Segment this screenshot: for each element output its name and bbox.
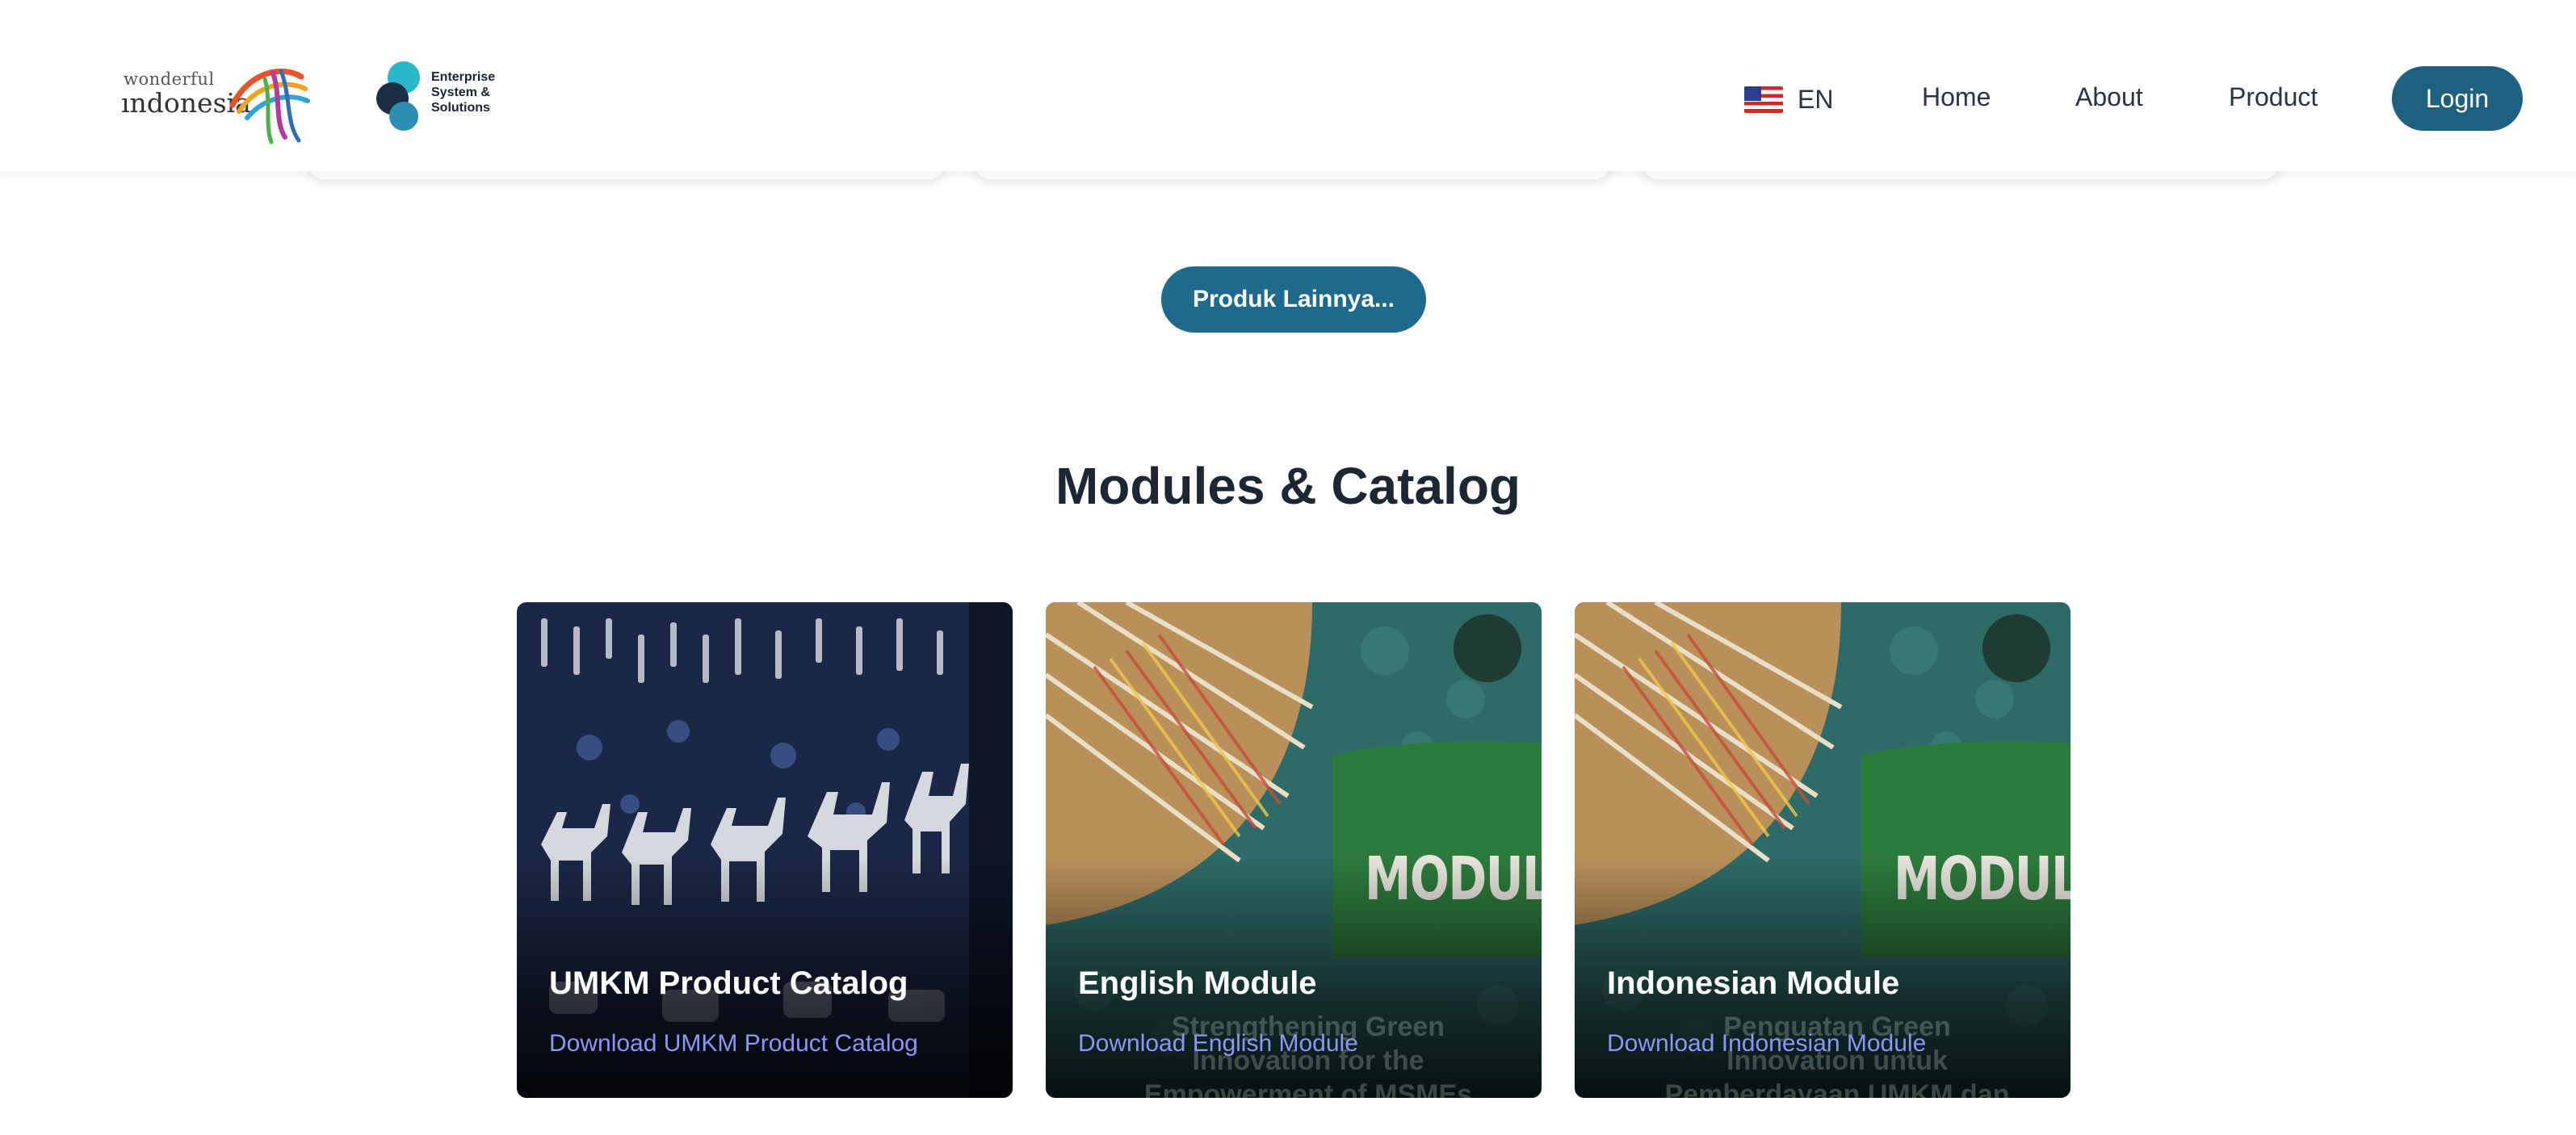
download-english-module-link[interactable]: Download English Module [1078,1030,1358,1058]
us-flag-icon [1744,86,1783,113]
login-button[interactable]: Login [2392,66,2523,131]
site-header: wonderful ındonesia Enterprise System & … [0,0,2576,171]
nav-about-link[interactable]: About [2075,82,2143,112]
garuda-logo-icon [229,68,310,144]
module-card-english[interactable]: MODUL Strengthening Green Innovation for… [1046,602,1542,1098]
language-selector[interactable]: EN [1744,82,1833,116]
module-card-indonesian[interactable]: MODUL Penguatan Green Innovation untuk P… [1575,602,2070,1098]
nav-home-link[interactable]: Home [1922,82,1991,112]
card-title: Indonesian Module [1607,965,1900,1001]
language-code: EN [1798,84,1834,114]
ess-logo-icon [376,61,420,131]
logo-text-line1: wonderful [124,69,215,89]
ess-logo-text: Enterprise System & Solutions [431,70,496,115]
section-title: Modules & Catalog [1055,457,1521,515]
enterprise-system-logo[interactable]: Enterprise System & Solutions [373,58,518,139]
module-card-umkm-catalog[interactable]: UMKM Product Catalog Download UMKM Produ… [517,602,1013,1098]
card-title: UMKM Product Catalog [549,965,908,1001]
nav-product-link[interactable]: Product [2229,82,2318,112]
more-products-button[interactable]: Produk Lainnya... [1161,266,1426,333]
download-umkm-catalog-link[interactable]: Download UMKM Product Catalog [549,1030,918,1058]
wonderful-indonesia-logo[interactable]: wonderful ındonesia [121,57,323,145]
download-indonesian-module-link[interactable]: Download Indonesian Module [1607,1030,1926,1058]
card-title: English Module [1078,965,1317,1001]
